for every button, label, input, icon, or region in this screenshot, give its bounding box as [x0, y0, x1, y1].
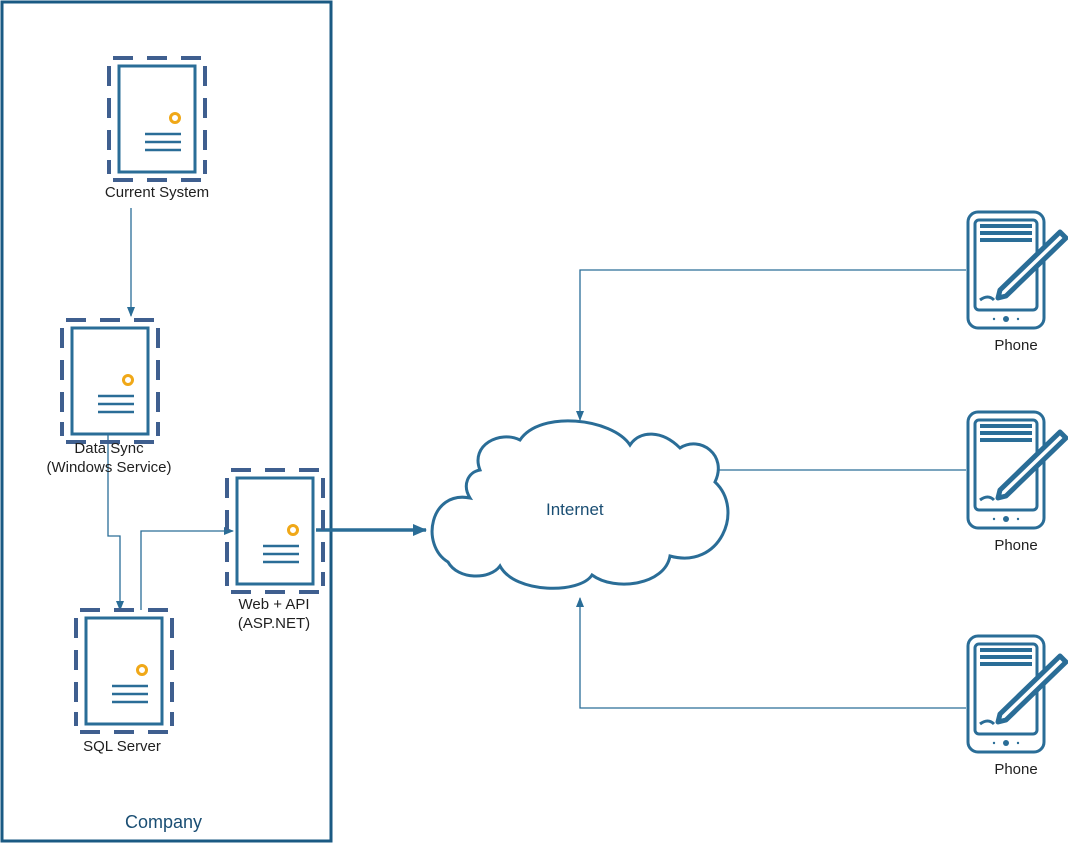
server-icon-web-api: [225, 468, 325, 594]
phone-label-1: Phone: [994, 337, 1038, 354]
server-icon-current-system: [107, 56, 207, 182]
server-icon-data-sync: [60, 318, 160, 444]
data-sync-label: Data Sync (Windows Service): [20, 439, 198, 477]
web-api-label-line2: (ASP.NET): [237, 615, 311, 632]
phone-icon-1: [968, 212, 1066, 328]
phone-label-2: Phone: [994, 537, 1038, 554]
web-api-label: Web + API (ASP.NET): [214, 595, 334, 633]
internet-label: Internet: [546, 500, 604, 519]
data-sync-label-line2: (Windows Service): [46, 459, 172, 476]
connector-phone1-to-internet: [576, 269, 966, 421]
sql-server-label: SQL Server: [83, 738, 161, 755]
phone-icon-2: [968, 412, 1066, 528]
data-sync-label-line1: Data Sync: [74, 440, 144, 457]
architecture-diagram: [0, 0, 1068, 843]
phone-icon-3: [968, 636, 1066, 752]
current-system-label: Current System: [104, 184, 210, 201]
phone-label-3: Phone: [994, 761, 1038, 778]
web-api-label-line1: Web + API: [238, 596, 310, 613]
company-label: Company: [125, 812, 203, 832]
server-icon-sql-server: [74, 608, 174, 734]
connector-phone3-to-internet: [576, 597, 966, 709]
